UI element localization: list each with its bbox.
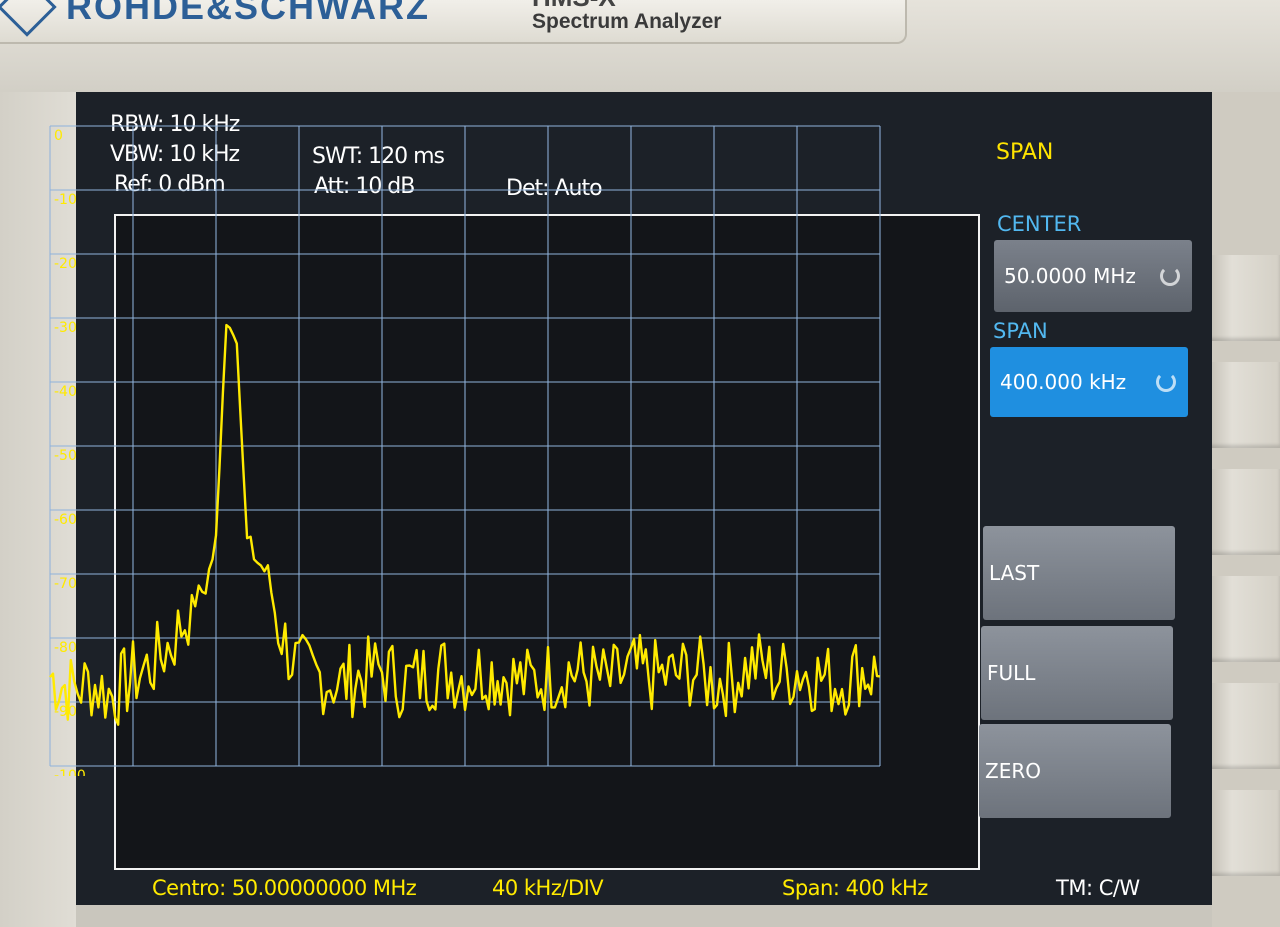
- center-frequency-button[interactable]: 50.0000 MHz: [994, 240, 1192, 312]
- menu-title: SPAN: [996, 140, 1054, 165]
- rs-logo-icon: [0, 0, 57, 37]
- rotary-knob-icon: [1156, 372, 1176, 392]
- zero-span-button[interactable]: ZERO: [979, 724, 1171, 818]
- y-tick-label: -50: [54, 448, 77, 464]
- y-tick-label: -60: [54, 512, 77, 528]
- frequency-per-division: 40 kHz/DIV: [492, 876, 604, 900]
- spectrum-plot: 0-10-20-30-40-50-60-70-80-90-100: [49, 125, 881, 776]
- span-button[interactable]: 400.000 kHz: [990, 347, 1188, 417]
- y-tick-label: -70: [54, 576, 77, 592]
- product-name: Spectrum Analyzer: [532, 10, 722, 33]
- instrument-bezel-bottom: [76, 905, 1212, 927]
- last-span-button[interactable]: LAST: [983, 526, 1175, 620]
- y-tick-label: -100: [54, 768, 86, 776]
- hardware-softkey-3[interactable]: [1200, 469, 1280, 555]
- y-tick-label: -10: [54, 192, 77, 208]
- instrument-bezel-top: ROHDE&SCHWARZ HMS-X Spectrum Analyzer: [0, 0, 1280, 92]
- span-value: 400.000 kHz: [1000, 370, 1127, 394]
- hardware-softkey-1[interactable]: [1200, 255, 1280, 341]
- y-tick-label: -30: [54, 320, 77, 336]
- brand-strip: ROHDE&SCHWARZ HMS-X Spectrum Analyzer: [0, 0, 907, 44]
- trace-mode: TM: C/W: [1056, 876, 1140, 900]
- hardware-softkey-5[interactable]: [1200, 683, 1280, 769]
- full-span-button[interactable]: FULL: [981, 626, 1173, 720]
- span-footer: Span: 400 kHz: [782, 876, 928, 900]
- y-tick-label: -20: [54, 256, 77, 272]
- center-frequency-value: 50.0000 MHz: [1004, 264, 1136, 288]
- hardware-softkey-4[interactable]: [1200, 576, 1280, 662]
- rotary-knob-icon: [1160, 266, 1180, 286]
- center-frequency-footer: Centro: 50.00000000 MHz: [152, 876, 417, 900]
- y-tick-label: -80: [54, 640, 77, 656]
- y-tick-label: -40: [54, 384, 77, 400]
- hardware-softkey-2[interactable]: [1200, 362, 1280, 448]
- y-tick-label: 0: [54, 128, 63, 144]
- span-label: SPAN: [993, 319, 1048, 343]
- brand-name: ROHDE&SCHWARZ: [66, 0, 430, 27]
- hardware-softkey-6[interactable]: [1200, 790, 1280, 876]
- center-label: CENTER: [997, 212, 1082, 236]
